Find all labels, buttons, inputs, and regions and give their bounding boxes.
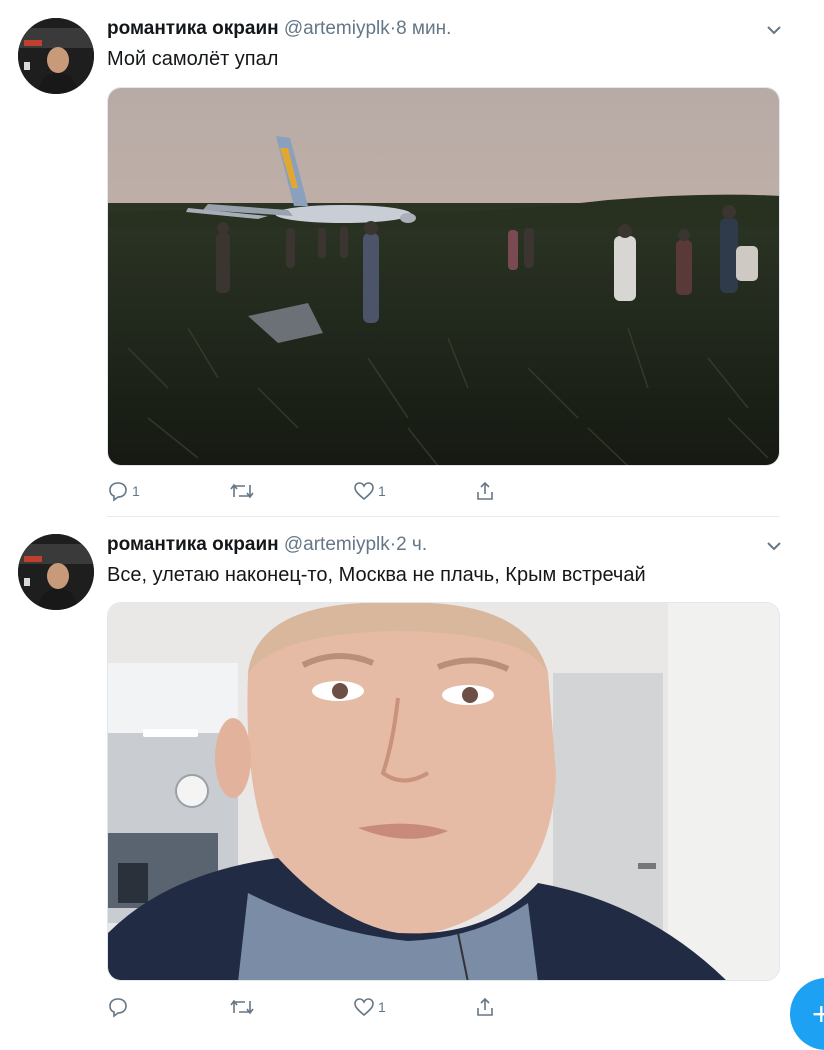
- tweet-photo[interactable]: [107, 602, 780, 981]
- like-button[interactable]: 1: [353, 479, 386, 503]
- retweet-icon: [230, 483, 254, 499]
- display-name[interactable]: романтика окраин: [107, 534, 279, 555]
- timestamp[interactable]: 8 мин.: [396, 18, 451, 39]
- like-count: 1: [378, 483, 386, 499]
- retweet-button[interactable]: [229, 995, 258, 1019]
- display-name[interactable]: романтика окраин: [107, 18, 279, 39]
- tweet-text: Мой самолёт упал: [107, 48, 279, 70]
- like-button[interactable]: 1: [353, 995, 386, 1019]
- tweet-photo[interactable]: [107, 87, 780, 466]
- reply-button[interactable]: 1: [107, 479, 140, 503]
- share-icon: [477, 997, 493, 1016]
- photo-selfie-at-airport: [108, 603, 779, 980]
- avatar[interactable]: [18, 534, 94, 610]
- reply-count: 1: [132, 483, 140, 499]
- retweet-icon: [230, 999, 254, 1015]
- tweet-actions: 1: [107, 995, 527, 1019]
- timestamp[interactable]: 2 ч.: [396, 534, 427, 555]
- heart-icon: [354, 998, 374, 1017]
- share-button[interactable]: [474, 995, 496, 1019]
- retweet-button[interactable]: [229, 479, 258, 503]
- tweet-header: романтика окраин @artemiyplk·2 ч.: [107, 533, 427, 557]
- user-handle[interactable]: @artemiyplk: [284, 534, 390, 555]
- compose-tweet-button[interactable]: +: [790, 978, 824, 1050]
- reply-icon: [109, 482, 127, 502]
- share-icon: [477, 481, 493, 500]
- chevron-down-icon[interactable]: [764, 536, 784, 556]
- tweet-header: романтика окраин @artemiyplk·8 мин.: [107, 17, 451, 41]
- heart-icon: [354, 482, 374, 501]
- chevron-down-icon[interactable]: [764, 20, 784, 40]
- tweet-actions: 1 1: [107, 479, 527, 503]
- reply-icon: [109, 998, 127, 1018]
- share-button[interactable]: [474, 479, 496, 503]
- avatar[interactable]: [18, 18, 94, 94]
- reply-button[interactable]: [107, 995, 132, 1019]
- tweet-text: Все, улетаю наконец-то, Москва не плачь,…: [107, 564, 646, 586]
- tweet-divider: [107, 516, 780, 517]
- photo-plane-in-cornfield: [108, 88, 779, 465]
- user-handle[interactable]: @artemiyplk: [284, 18, 390, 39]
- like-count: 1: [378, 999, 386, 1015]
